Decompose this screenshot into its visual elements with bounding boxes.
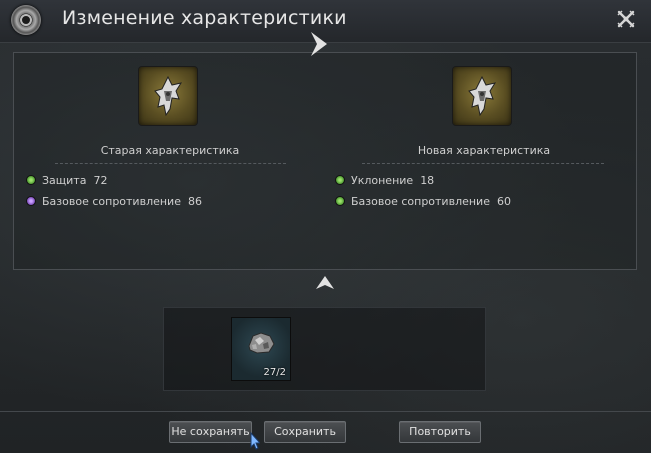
purple-stat-icon	[26, 196, 36, 206]
repeat-button[interactable]: Повторить	[399, 421, 481, 443]
new-stat-label: Новая характеристика	[417, 144, 551, 157]
old-divider	[55, 163, 286, 164]
armor-icon	[468, 75, 497, 117]
mouse-cursor-icon	[250, 432, 260, 450]
gear-emblem-icon	[11, 5, 41, 35]
green-stat-icon	[335, 175, 345, 185]
old-stat-label: Старая характеристика	[100, 144, 240, 157]
stat-change-window: Изменение характеристики Старая характер…	[0, 0, 651, 453]
material-slot[interactable]: 27/2	[232, 318, 290, 380]
old-stat-row: Защита 72	[26, 173, 107, 189]
stats-panel	[13, 52, 637, 270]
ore-icon	[248, 332, 275, 354]
new-stat-row: Базовое сопротивление 60	[335, 194, 511, 210]
new-item-icon[interactable]	[453, 67, 511, 125]
dont-save-button[interactable]: Не сохранять	[169, 421, 252, 443]
new-stat-row: Уклонение 18	[335, 173, 434, 189]
green-stat-icon	[26, 175, 36, 185]
footer-divider	[0, 411, 651, 412]
old-stat-row: Базовое сопротивление 86	[26, 194, 202, 210]
armor-icon	[154, 75, 183, 117]
save-button[interactable]: Сохранить	[264, 421, 346, 443]
old-item-icon[interactable]	[139, 67, 197, 125]
material-panel	[163, 307, 486, 391]
window-title: Изменение характеристики	[62, 7, 347, 29]
arrow-right-icon	[307, 30, 331, 64]
arrow-up-icon	[314, 274, 336, 297]
close-icon[interactable]	[615, 9, 637, 31]
new-divider	[362, 163, 604, 164]
green-stat-icon	[335, 196, 345, 206]
material-count: 27/2	[263, 367, 286, 378]
